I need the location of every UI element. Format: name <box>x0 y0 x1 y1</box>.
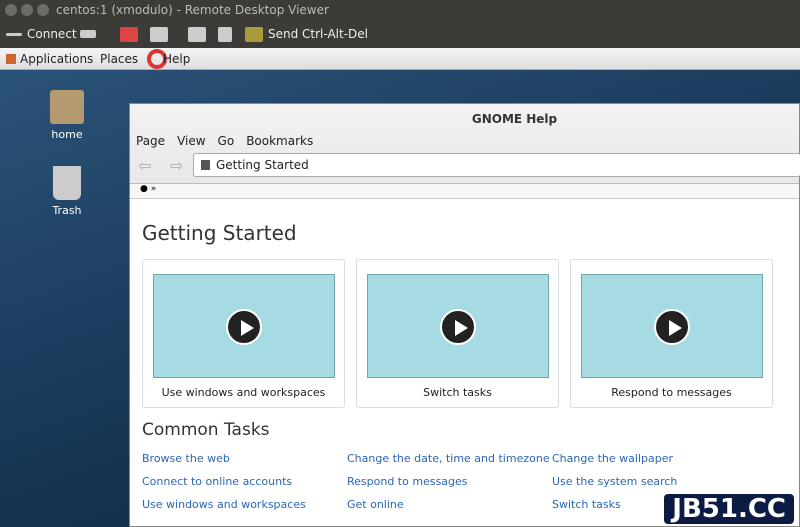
location-bar[interactable]: Getting Started <box>193 153 800 177</box>
task-link[interactable]: Use the system search <box>552 475 757 488</box>
section-heading: Common Tasks <box>142 420 270 440</box>
forward-button[interactable]: ⇨ <box>170 156 183 175</box>
folder-icon <box>50 90 84 124</box>
video-card[interactable]: Respond to messages <box>570 259 773 408</box>
camera-icon <box>150 26 168 42</box>
applications-icon <box>6 54 16 64</box>
video-card[interactable]: Use windows and workspaces <box>142 259 345 408</box>
close-icon[interactable] <box>5 4 17 16</box>
unplug-icon <box>80 30 96 38</box>
task-link[interactable]: Use windows and workspaces <box>142 498 347 511</box>
desktop-icon-trash[interactable]: Trash <box>32 166 102 217</box>
task-link[interactable]: Respond to messages <box>347 475 552 488</box>
play-icon[interactable] <box>653 309 690 345</box>
breadcrumb: ● » <box>130 184 799 199</box>
top-panel: Applications Places Help <box>0 48 800 70</box>
lock-icon <box>218 26 232 42</box>
screenshot-button[interactable] <box>150 20 168 48</box>
watermark: JB51.CC <box>664 494 794 524</box>
video-card[interactable]: Switch tasks <box>356 259 559 408</box>
fullscreen-button[interactable] <box>120 20 138 48</box>
keyboard-icon <box>245 26 263 42</box>
scale-icon <box>188 26 206 42</box>
menu-page[interactable]: Page <box>136 134 165 148</box>
menubar: Page View Go Bookmarks <box>136 134 313 148</box>
toolbar: Connect Send Ctrl-Alt-Del <box>0 20 800 48</box>
home-icon[interactable]: ● <box>140 184 148 194</box>
menu-bookmarks[interactable]: Bookmarks <box>246 134 313 148</box>
window-title: GNOME Help <box>471 112 558 126</box>
desktop-icon-home[interactable]: home <box>32 90 102 141</box>
minimize-icon[interactable] <box>21 4 33 16</box>
scale-button[interactable] <box>188 20 206 48</box>
places-menu[interactable]: Places <box>100 48 138 70</box>
window-title: centos:1 (xmodulo) - Remote Desktop View… <box>56 3 329 17</box>
connect-button[interactable]: Connect <box>6 20 77 48</box>
maximize-icon[interactable] <box>37 4 49 16</box>
page-title: Getting Started <box>142 221 297 245</box>
task-link[interactable]: Get online <box>347 498 552 511</box>
task-link[interactable]: Change the wallpaper <box>552 452 757 465</box>
menu-view[interactable]: View <box>177 134 205 148</box>
video-thumbnail <box>152 274 335 378</box>
plug-icon <box>6 32 22 36</box>
play-icon[interactable] <box>439 309 476 345</box>
task-link[interactable]: Browse the web <box>142 452 347 465</box>
video-thumbnail <box>580 274 763 378</box>
back-button[interactable]: ⇦ <box>138 156 151 175</box>
task-link[interactable]: Connect to online accounts <box>142 475 347 488</box>
fullscreen-icon <box>120 26 138 42</box>
title-bar: centos:1 (xmodulo) - Remote Desktop View… <box>0 0 800 20</box>
video-thumbnail <box>366 274 549 378</box>
send-ctrl-alt-del-button[interactable]: Send Ctrl-Alt-Del <box>245 20 368 48</box>
play-icon[interactable] <box>225 309 262 345</box>
menu-go[interactable]: Go <box>218 134 235 148</box>
task-link[interactable]: Change the date, time and timezone <box>347 452 552 465</box>
help-launcher[interactable]: Help <box>163 48 190 70</box>
gnome-help-window: GNOME Help Page View Go Bookmarks ⇦ ⇨ Ge… <box>129 103 800 527</box>
disconnect-button[interactable] <box>80 20 96 48</box>
trash-icon <box>53 166 81 200</box>
applications-menu[interactable]: Applications <box>20 48 93 70</box>
lock-button[interactable] <box>218 20 232 48</box>
